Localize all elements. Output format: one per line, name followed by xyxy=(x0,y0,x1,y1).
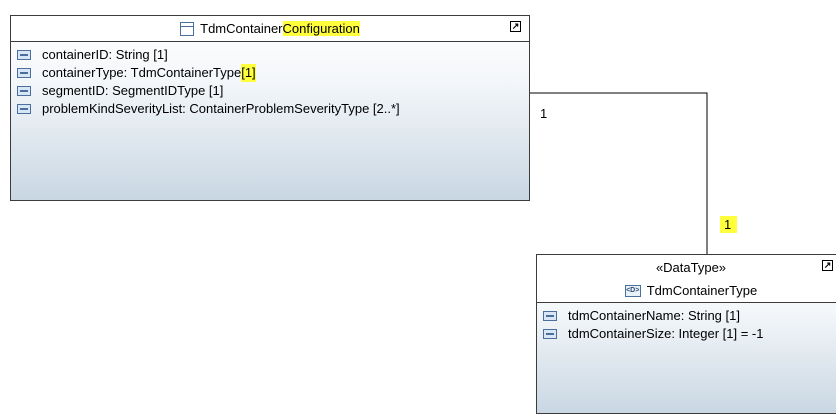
association-line[interactable] xyxy=(530,92,708,254)
expand-icon[interactable]: ↗ xyxy=(510,21,521,32)
attribute-list: tdmContainerName: String [1] tdmContaine… xyxy=(537,303,836,343)
attribute-text: containerID: String [1] xyxy=(42,47,168,62)
attribute-problem-kind-severity-list[interactable]: problemKindSeverityList: ContainerProble… xyxy=(17,100,529,118)
class-icon xyxy=(180,22,195,36)
source-multiplicity: 1 xyxy=(540,106,548,121)
attribute-segment-id[interactable]: segmentID: SegmentIDType [1] xyxy=(17,82,529,100)
datatype-title: <D> TdmContainerType xyxy=(624,281,758,301)
expand-icon[interactable]: ↗ xyxy=(822,260,833,271)
attribute-text: segmentID: SegmentIDType [1] xyxy=(42,83,224,98)
datatype-title-text: TdmContainerType xyxy=(646,283,758,298)
datatype-tdm-container-type[interactable]: «DataType» <D> TdmContainerType ↗ tdmCon… xyxy=(536,254,836,414)
attribute-list: containerID: String [1] containerType: T… xyxy=(11,42,529,118)
class-title-prefix: TdmContainer xyxy=(200,21,283,36)
attribute-text: tdmContainerName: String [1] xyxy=(568,308,740,323)
target-multiplicity: 1 xyxy=(720,216,738,233)
attribute-tdm-container-name[interactable]: tdmContainerName: String [1] xyxy=(543,307,836,325)
class-tdm-container-configuration[interactable]: TdmContainerConfiguration ↗ containerID:… xyxy=(10,15,530,201)
attribute-icon xyxy=(17,68,31,78)
class-header: TdmContainerConfiguration ↗ xyxy=(11,16,529,42)
datatype-icon: <D> xyxy=(624,285,641,297)
attribute-text: containerType: TdmContainerType xyxy=(42,65,242,80)
datatype-header: «DataType» <D> TdmContainerType ↗ xyxy=(537,255,836,303)
attribute-container-id[interactable]: containerID: String [1] xyxy=(17,46,529,64)
attribute-icon xyxy=(543,311,557,321)
class-title-highlight: Configuration xyxy=(282,21,360,36)
attribute-icon xyxy=(17,50,31,60)
class-title: TdmContainerConfiguration xyxy=(180,16,360,42)
attribute-text: tdmContainerSize: Integer [1] = -1 xyxy=(568,326,764,341)
stereotype-label: «DataType» xyxy=(655,260,727,275)
attribute-icon xyxy=(543,329,557,339)
attribute-multiplicity-highlight: [1] xyxy=(241,64,256,82)
attribute-container-type[interactable]: containerType: TdmContainerType [1] xyxy=(17,64,529,82)
attribute-tdm-container-size[interactable]: tdmContainerSize: Integer [1] = -1 xyxy=(543,325,836,343)
attribute-icon xyxy=(17,86,31,96)
attribute-text: problemKindSeverityList: ContainerProble… xyxy=(42,101,400,116)
attribute-icon xyxy=(17,104,31,114)
